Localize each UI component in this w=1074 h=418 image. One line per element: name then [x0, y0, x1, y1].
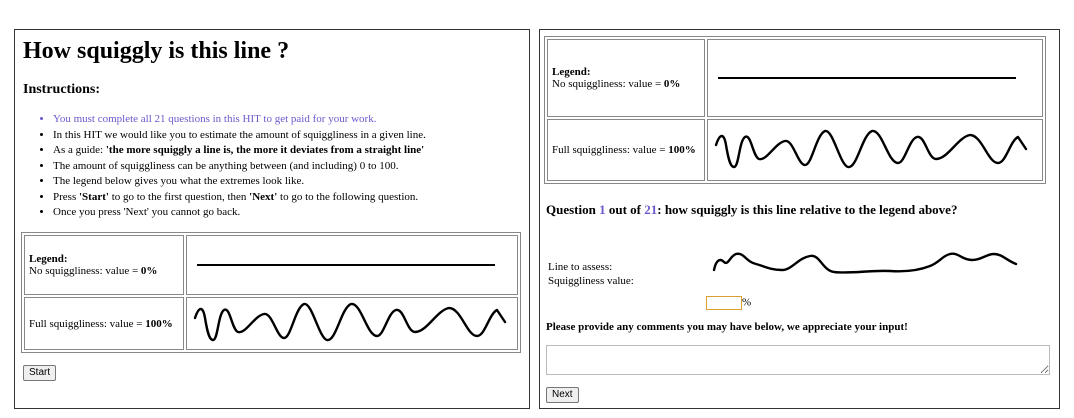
straight-line [197, 264, 495, 266]
legend-no-label: No squiggliness: value = [552, 78, 664, 90]
legend-straight-line-cell [707, 39, 1043, 117]
instructions-heading: Instructions: [23, 82, 101, 97]
instruction-item: The amount of squiggliness can be anythi… [53, 159, 529, 175]
start-button[interactable]: Start [23, 365, 57, 381]
legend-straight-line-cell [186, 235, 518, 295]
instruction-item: As a guide: 'the more squiggly a line is… [53, 143, 529, 159]
legend-no-label: No squiggliness: value = [29, 265, 141, 277]
percent-sign: % [742, 296, 752, 309]
legend-full-cell: Full squiggliness: value = 100% [24, 297, 184, 350]
legend-no-value: 0% [140, 265, 158, 277]
legend-full-value: 100% [668, 144, 696, 156]
instructions-list: You must complete all 21 questions in th… [23, 112, 529, 221]
instruction-item: Once you press 'Next' you cannot go back… [53, 205, 529, 221]
line-to-assess [712, 252, 1018, 274]
legend-full-value: 100% [145, 317, 173, 330]
legend-table: Legend: No squiggliness: value = 0% Full… [21, 232, 521, 353]
full-squiggle-line [714, 129, 1028, 168]
legend-heading: Legend: [552, 66, 591, 78]
legend-no-value: 0% [663, 78, 681, 90]
comments-textarea[interactable] [546, 345, 1050, 375]
question-suffix: : how squiggly is this line relative to … [657, 202, 958, 217]
legend-squiggle-cell [707, 119, 1043, 181]
question-middle: out of [605, 202, 645, 217]
instruction-item: The legend below gives you what the extr… [53, 174, 529, 190]
instruction-item: You must complete all 21 questions in th… [53, 112, 529, 128]
legend-no-cell: Legend: No squiggliness: value = 0% [547, 39, 705, 117]
instruction-text: to go to the following question. [277, 190, 419, 203]
full-squiggle-line [193, 302, 507, 342]
squiggliness-value-field: % [706, 296, 751, 310]
legend-no-cell: Legend: No squiggliness: value = 0% [24, 235, 184, 295]
instruction-bold-start: 'Start' [78, 190, 109, 203]
next-button[interactable]: Next [546, 387, 579, 403]
legend-full-label: Full squiggliness: value = [29, 317, 146, 330]
assess-labels: Line to assess: Squiggliness value: [548, 260, 634, 288]
squiggliness-value-label: Squiggliness value: [548, 275, 634, 287]
line-to-assess-label: Line to assess: [548, 261, 613, 273]
squiggliness-value-input[interactable] [706, 296, 742, 310]
instruction-text: As a guide: [53, 144, 106, 156]
legend-heading: Legend: [29, 253, 68, 265]
legend-table: Legend: No squiggliness: value = 0% Full… [544, 36, 1046, 184]
instruction-item: In this HIT we would like you to estimat… [53, 128, 529, 144]
question-prefix: Question [546, 202, 600, 217]
question-panel: Legend: No squiggliness: value = 0% Full… [539, 29, 1060, 409]
instructions-panel: How squiggly is this line ? Instructions… [14, 29, 530, 409]
instruction-bold: 'the more squiggly a line is, the more i… [105, 144, 425, 156]
instruction-item: Press 'Start' to go to the first questio… [53, 190, 529, 206]
legend-squiggle-cell [186, 297, 518, 350]
straight-line [718, 77, 1016, 79]
instruction-text: Press [53, 190, 79, 203]
instruction-text: to go to the first question, then [108, 190, 250, 203]
legend-full-label: Full squiggliness: value = [552, 144, 669, 156]
comments-label: Please provide any comments you may have… [546, 321, 908, 333]
legend-full-cell: Full squiggliness: value = 100% [547, 119, 705, 181]
question-total: 21 [644, 202, 658, 217]
question-text: Question 1 out of 21: how squiggly is th… [546, 202, 957, 218]
page-title: How squiggly is this line ? [23, 38, 290, 64]
instruction-bold-next: 'Next' [249, 190, 278, 203]
